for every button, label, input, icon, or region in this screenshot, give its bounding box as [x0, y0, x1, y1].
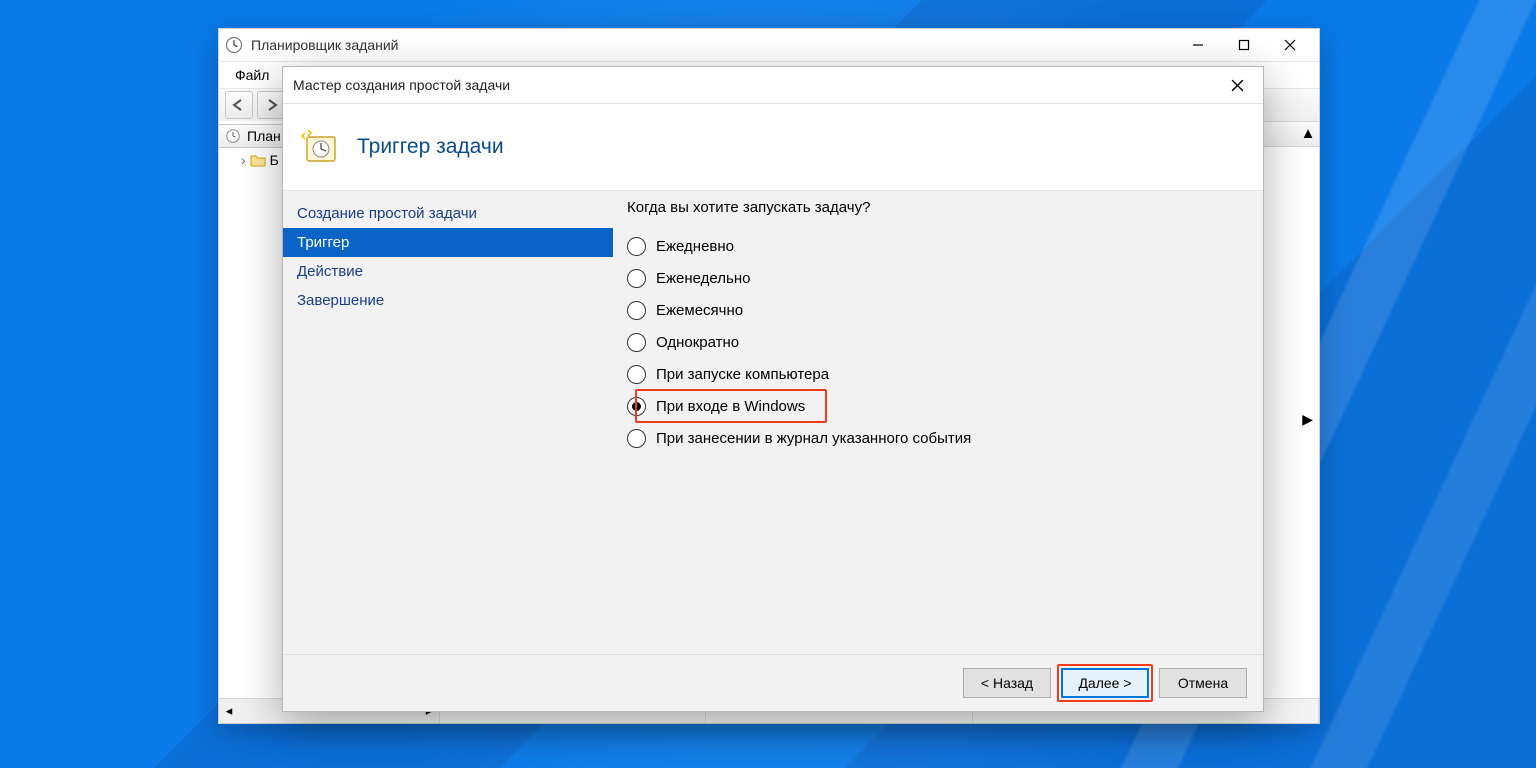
task-scheduler-icon [225, 36, 243, 54]
radio-icon [627, 301, 646, 320]
next-button-highlight: Далее > [1061, 668, 1149, 698]
radio-option-weekly[interactable]: Еженедельно [627, 262, 1245, 294]
scroll-right-icon[interactable]: ▶ [1302, 411, 1313, 428]
wizard-close-button[interactable] [1221, 69, 1253, 101]
nav-forward-button[interactable] [257, 91, 285, 119]
wizard-footer: < Назад Далее > Отмена [283, 654, 1263, 711]
radio-icon [627, 429, 646, 448]
tree-child-label: Б [270, 152, 279, 168]
radio-label: Однократно [656, 334, 739, 351]
wizard-icon [301, 127, 341, 167]
tree-root-label: План [247, 128, 281, 144]
maximize-button[interactable] [1221, 29, 1267, 61]
folder-icon [250, 153, 266, 167]
back-button[interactable]: < Назад [963, 668, 1051, 698]
wizard-step-action[interactable]: Действие [283, 257, 613, 286]
wizard-titlebar[interactable]: Мастер создания простой задачи [283, 67, 1263, 104]
radio-label: При занесении в журнал указанного событи… [656, 430, 971, 447]
radio-option-daily[interactable]: Ежедневно [627, 230, 1245, 262]
trigger-question: Когда вы хотите запускать задачу? [627, 199, 1245, 216]
wizard-header: Триггер задачи [283, 104, 1263, 191]
wizard-step-finish[interactable]: Завершение [283, 286, 613, 315]
radio-icon [627, 397, 646, 416]
wizard-content: Когда вы хотите запускать задачу? Ежедне… [613, 191, 1263, 654]
radio-icon [627, 237, 646, 256]
radio-icon [627, 269, 646, 288]
radio-option-logon[interactable]: При входе в Windows [627, 390, 1245, 422]
radio-icon [627, 333, 646, 352]
close-button[interactable] [1267, 29, 1313, 61]
wizard-steps-nav: Создание простой задачи Триггер Действие… [283, 191, 613, 654]
minimize-button[interactable] [1175, 29, 1221, 61]
scroll-up-icon[interactable]: ▲ [1297, 122, 1319, 144]
radio-option-event[interactable]: При занесении в журнал указанного событи… [627, 422, 1245, 454]
window-title: Планировщик заданий [251, 37, 1175, 53]
titlebar[interactable]: Планировщик заданий [219, 29, 1319, 62]
create-basic-task-wizard: Мастер создания простой задачи Триггер з… [282, 66, 1264, 712]
radio-label: При запуске компьютера [656, 366, 829, 383]
menu-file[interactable]: Файл [225, 65, 279, 85]
wizard-step-create[interactable]: Создание простой задачи [283, 199, 613, 228]
radio-option-monthly[interactable]: Ежемесячно [627, 294, 1245, 326]
radio-label: Ежедневно [656, 238, 734, 255]
radio-label: При входе в Windows [656, 398, 805, 415]
scroll-left-icon[interactable]: ◂ [219, 701, 239, 721]
wizard-heading: Триггер задачи [357, 135, 504, 159]
next-button[interactable]: Далее > [1061, 668, 1149, 698]
radio-option-once[interactable]: Однократно [627, 326, 1245, 358]
radio-option-startup[interactable]: При запуске компьютера [627, 358, 1245, 390]
expand-arrow-icon: › [241, 152, 246, 168]
radio-icon [627, 365, 646, 384]
wizard-window-title: Мастер создания простой задачи [293, 77, 1221, 93]
radio-label: Ежемесячно [656, 302, 743, 319]
cancel-button[interactable]: Отмена [1159, 668, 1247, 698]
radio-label: Еженедельно [656, 270, 750, 287]
desktop-wallpaper: Планировщик заданий Файл [0, 0, 1536, 768]
nav-back-button[interactable] [225, 91, 253, 119]
wizard-step-trigger[interactable]: Триггер [283, 228, 613, 257]
